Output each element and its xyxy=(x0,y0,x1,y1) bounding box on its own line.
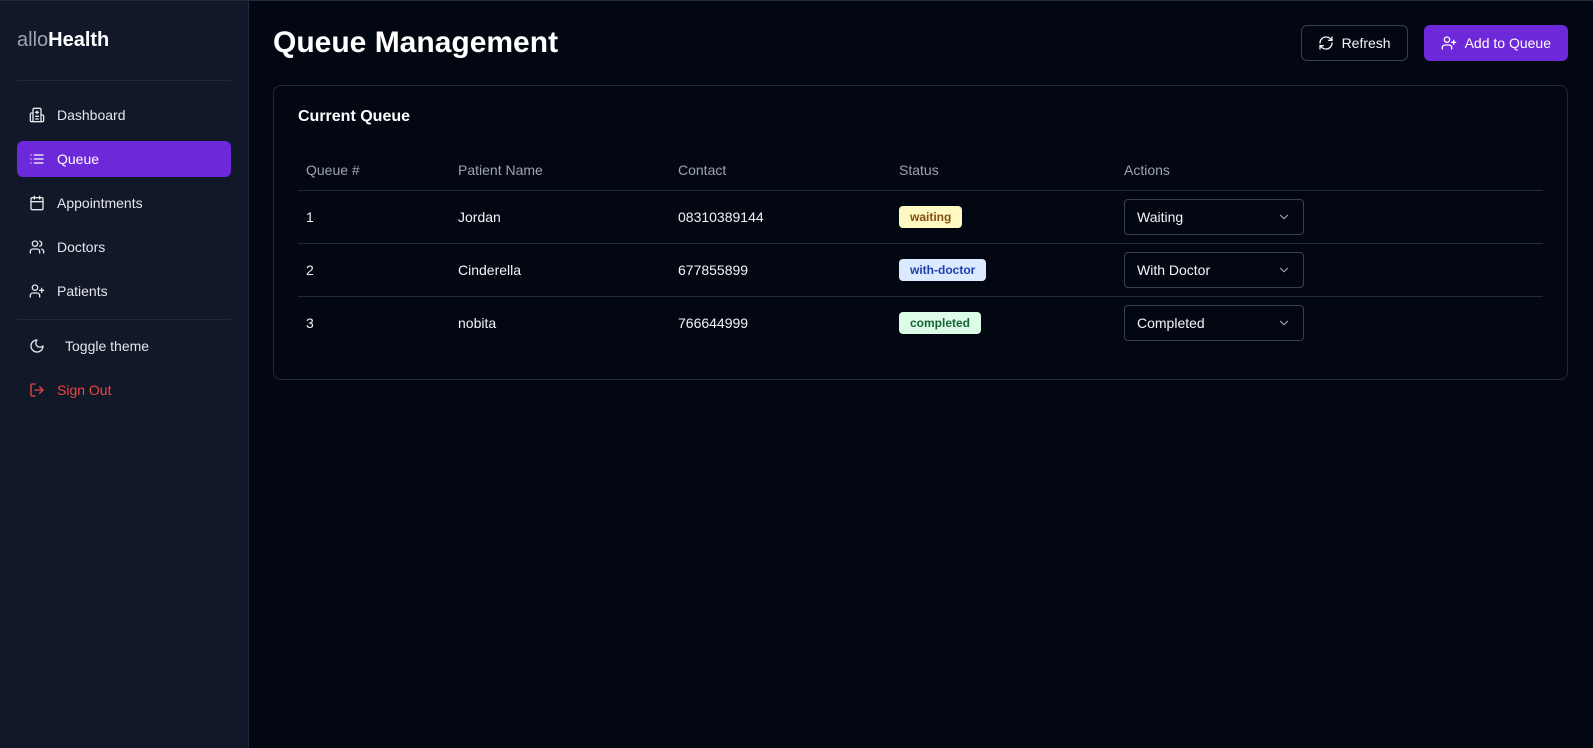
moon-icon xyxy=(29,338,45,354)
status-cell: waiting xyxy=(891,190,1116,243)
list-icon xyxy=(29,151,45,167)
chevron-down-icon xyxy=(1277,210,1291,224)
patient-name: nobita xyxy=(450,295,670,349)
refresh-button[interactable]: Refresh xyxy=(1300,25,1408,61)
app-shell: alloHealth Dashboard Queue Appointments xyxy=(0,0,1593,748)
calendar-icon xyxy=(29,195,45,211)
toggle-theme-button[interactable]: Toggle theme xyxy=(17,328,231,364)
brand-logo[interactable]: allo Health xyxy=(17,1,231,81)
table-row: 1 Jordan 08310389144 waiting Waiting xyxy=(298,190,1543,243)
column-header-patient-name: Patient Name xyxy=(450,150,670,191)
sign-out-button[interactable]: Sign Out xyxy=(17,372,231,408)
action-cell: With Doctor xyxy=(1116,242,1543,296)
user-plus-icon xyxy=(1441,35,1457,51)
queue-number: 1 xyxy=(306,208,314,225)
hospital-icon xyxy=(29,107,45,123)
patient-name: Jordan xyxy=(458,208,501,225)
main-content: Queue Management Refresh Add to Queue Cu… xyxy=(249,1,1593,748)
sign-out-label: Sign Out xyxy=(57,382,112,398)
sidebar-item-label: Queue xyxy=(57,151,100,167)
table-row: 2 Cinderella 677855899 with-doctor With … xyxy=(298,242,1543,296)
patient-contact: 08310389144 xyxy=(678,208,764,225)
page-header: Queue Management Refresh Add to Queue xyxy=(273,1,1568,85)
chevron-down-icon xyxy=(1277,263,1291,277)
queue-table: Queue # Patient Name Contact Status Acti… xyxy=(298,150,1543,349)
sidebar-item-label: Doctors xyxy=(57,239,106,255)
page-title: Queue Management xyxy=(273,26,559,59)
patient-contact: 766644999 xyxy=(670,295,891,349)
patient-contact: 677855899 xyxy=(670,242,891,296)
add-to-queue-button[interactable]: Add to Queue xyxy=(1423,25,1568,61)
sidebar: alloHealth Dashboard Queue Appointments xyxy=(0,1,249,748)
column-header-queue-number: Queue # xyxy=(298,150,450,191)
chevron-down-icon xyxy=(1277,316,1291,330)
status-badge: completed xyxy=(899,311,982,334)
users-icon xyxy=(29,239,45,255)
sidebar-divider xyxy=(17,319,231,320)
status-badge: with-doctor xyxy=(899,258,987,281)
user-plus-icon xyxy=(29,283,45,299)
status-cell: with-doctor xyxy=(891,242,1116,296)
queue-card: Current Queue Queue # Patient Name Conta… xyxy=(273,85,1568,380)
sidebar-item-appointments[interactable]: Appointments xyxy=(17,185,231,221)
toggle-theme-label: Toggle theme xyxy=(65,338,150,354)
sidebar-item-doctors[interactable]: Doctors xyxy=(17,229,231,265)
column-header-actions: Actions xyxy=(1116,150,1543,191)
brand-light: allo xyxy=(17,29,49,51)
sidebar-item-label: Appointments xyxy=(57,195,143,211)
patient-name: Cinderella xyxy=(450,242,670,296)
brand-bold: Health xyxy=(48,29,110,51)
refresh-icon xyxy=(1318,35,1334,51)
table-header-row: Queue # Patient Name Contact Status Acti… xyxy=(298,150,1543,191)
sidebar-item-label: Patients xyxy=(57,283,108,299)
column-header-contact: Contact xyxy=(670,150,891,191)
action-cell: Completed xyxy=(1116,295,1543,349)
action-cell: Waiting xyxy=(1116,190,1543,243)
status-select-value: Waiting xyxy=(1137,208,1184,225)
status-select-value: Completed xyxy=(1137,314,1205,331)
status-select-value: With Doctor xyxy=(1137,261,1211,278)
sidebar-nav: Dashboard Queue Appointments Doctors Pat… xyxy=(17,81,231,408)
sidebar-item-label: Dashboard xyxy=(57,107,126,123)
status-select[interactable]: With Doctor xyxy=(1124,251,1304,288)
column-header-status: Status xyxy=(891,150,1116,191)
add-to-queue-label: Add to Queue xyxy=(1464,35,1551,51)
log-out-icon xyxy=(29,382,45,398)
status-select[interactable]: Waiting xyxy=(1124,198,1304,235)
queue-number: 3 xyxy=(298,295,450,349)
refresh-label: Refresh xyxy=(1341,35,1391,51)
sidebar-item-patients[interactable]: Patients xyxy=(17,273,231,309)
sidebar-item-dashboard[interactable]: Dashboard xyxy=(17,97,231,133)
queue-number: 2 xyxy=(298,242,450,296)
sidebar-item-queue[interactable]: Queue xyxy=(17,141,231,177)
status-select[interactable]: Completed xyxy=(1124,304,1304,341)
queue-card-title: Current Queue xyxy=(298,108,411,125)
status-cell: completed xyxy=(891,295,1116,349)
table-row: 3 nobita 766644999 completed Completed xyxy=(298,295,1543,349)
header-actions: Refresh Add to Queue xyxy=(1300,25,1568,61)
status-badge: waiting xyxy=(899,205,963,228)
